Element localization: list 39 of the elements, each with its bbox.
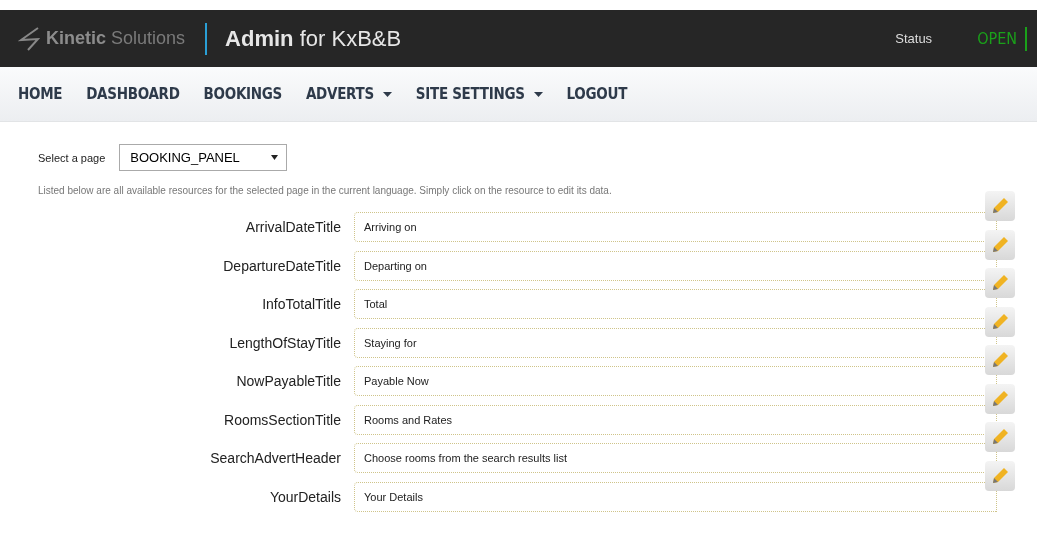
edit-button[interactable] [985, 268, 1015, 298]
resource-name: DepartureDateTitle [222, 257, 342, 274]
resource-name: SearchAdvertHeader [209, 450, 342, 466]
edit-button[interactable] [985, 422, 1015, 452]
resource-name: InfoTotalTitle [261, 296, 342, 312]
nav-link[interactable]: LOGOUT [566, 85, 628, 103]
edit-button[interactable] [985, 460, 1015, 491]
edit-button[interactable] [985, 345, 1015, 375]
admin-title: Admin for KxB&B [225, 25, 402, 52]
dropdown-arrow-icon [271, 155, 279, 160]
pencil-icon [990, 388, 1010, 409]
pencil-icon [990, 234, 1010, 255]
resource-name: YourDetails [268, 488, 342, 505]
nav-dropdown[interactable]: SITE SETTINGS [415, 85, 543, 103]
brand-name: Kinetic Solutions [46, 28, 186, 49]
pencil-icon [990, 427, 1010, 447]
pencil-icon [990, 311, 1010, 332]
status-label: Status [895, 31, 933, 46]
resource-name: LengthOfStayTitle [228, 334, 342, 351]
edit-button[interactable] [985, 191, 1015, 221]
pencil-icon [990, 465, 1010, 486]
resource-name: ArrivalDateTitle [244, 219, 342, 235]
page-select[interactable]: BOOKING_PANEL [119, 144, 288, 171]
nav-link[interactable]: BOOKINGS [203, 85, 282, 103]
pencil-icon [990, 196, 1010, 216]
nav-link[interactable]: HOME [18, 85, 63, 103]
status-value: OPEN [977, 26, 1027, 51]
description-text: Listed below are all available resources for the selected page in the current language. Simply click on the resource to edit its data. [38, 185, 613, 196]
pencil-icon [990, 350, 1010, 370]
nav-link[interactable]: DASHBOARD [86, 85, 180, 103]
edit-button[interactable] [985, 383, 1015, 414]
edit-button[interactable] [985, 306, 1015, 337]
edit-button[interactable] [985, 229, 1015, 260]
nav-dropdown[interactable]: ADVERTS [305, 85, 392, 103]
resource-name: NowPayableTitle [235, 373, 342, 389]
resource-name: RoomsSectionTitle [223, 411, 342, 428]
pencil-icon [990, 273, 1010, 293]
logo-icon [18, 25, 40, 52]
select-label: Select a page [38, 151, 106, 164]
